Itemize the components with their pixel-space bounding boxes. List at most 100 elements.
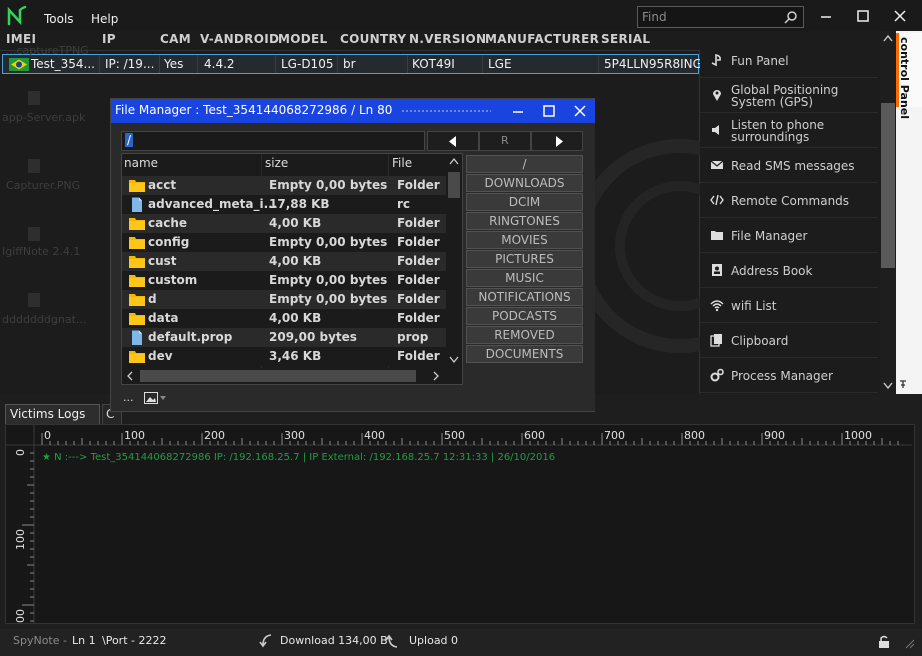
lock-icon[interactable] <box>878 635 890 649</box>
path-text: / <box>125 133 134 147</box>
col-manufacturer[interactable]: MANUFACTURER <box>485 32 599 46</box>
panel-item-file-manager[interactable]: File Manager <box>700 219 878 253</box>
ruler-top-label: 500 <box>444 429 465 442</box>
minimize-button[interactable] <box>511 104 525 118</box>
quick-folder-button[interactable]: DOWNLOADS <box>466 174 583 192</box>
panel-item-remote-commands[interactable]: Remote Commands <box>700 184 878 218</box>
image-icon[interactable] <box>144 392 158 404</box>
file-row[interactable]: acct Empty 0,00 bytes Folder <box>122 176 446 195</box>
file-manager-titlebar[interactable]: File Manager : Test_354144068272986 / Ln… <box>111 99 595 123</box>
scrollbar-thumb[interactable] <box>881 103 895 268</box>
titlebar-grip <box>401 109 491 113</box>
panel-item-listen[interactable]: Listen to phone surroundings <box>700 114 878 148</box>
file-row[interactable]: config Empty 0,00 bytes Folder <box>122 233 446 252</box>
status-download: Download 134,00 B <box>280 634 388 647</box>
pin-icon[interactable] <box>898 380 908 390</box>
status-app-name: SpyNote - <box>13 634 67 647</box>
cell-separator <box>275 55 276 73</box>
col-name[interactable]: name <box>124 156 158 170</box>
quick-folder-button[interactable]: DOCUMENTS <box>466 345 583 363</box>
triangle-left-icon <box>449 136 456 147</box>
file-row[interactable]: dev 3,46 KB Folder <box>122 347 446 366</box>
quick-folder-button[interactable]: REMOVED <box>466 326 583 344</box>
forward-button[interactable] <box>531 131 583 151</box>
dropdown-arrow-icon[interactable] <box>160 396 166 400</box>
col-country[interactable]: COUNTRY <box>340 32 406 46</box>
file-type: Folder <box>397 254 440 268</box>
cell-separator <box>407 55 408 73</box>
envelope-icon <box>710 160 724 169</box>
quick-folder-button[interactable]: DCIM <box>466 193 583 211</box>
col-size[interactable]: size <box>265 156 288 170</box>
victim-row[interactable]: Test_354... IP: /19... Yes 4.4.2 LG-D105… <box>2 54 710 74</box>
resize-grip-icon[interactable] <box>903 637 915 649</box>
file-row[interactable]: data 4,00 KB Folder <box>122 309 446 328</box>
file-row[interactable]: default.prop 209,00 bytes prop <box>122 328 446 347</box>
scroll-right-icon[interactable] <box>432 371 440 381</box>
file-size: Empty 0,00 bytes <box>269 273 388 287</box>
file-row[interactable]: cache 4,00 KB Folder <box>122 214 446 233</box>
control-panel-tab[interactable]: control Panel <box>896 31 922 394</box>
scroll-up-icon[interactable] <box>883 34 893 42</box>
contact-card-icon <box>712 264 722 276</box>
quick-folder-button[interactable]: MOVIES <box>466 231 583 249</box>
control-panel-scrollbar[interactable] <box>880 31 896 394</box>
desktop-ghost-label: IgiffNote 2.4.1 <box>2 245 81 258</box>
panel-item-address-book[interactable]: Address Book <box>700 254 878 288</box>
file-row[interactable]: custom Empty 0,00 bytes Folder <box>122 271 446 290</box>
search-input[interactable] <box>642 9 782 25</box>
panel-item-process-manager[interactable]: Process Manager <box>700 359 878 393</box>
quick-folder-button[interactable]: PODCASTS <box>466 307 583 325</box>
file-type: Folder <box>397 235 440 249</box>
refresh-button[interactable]: R <box>479 131 531 151</box>
panel-item-wifi-list[interactable]: wifi List <box>700 289 878 323</box>
file-size: 17,88 KB <box>269 197 330 211</box>
scroll-down-icon[interactable] <box>883 382 893 390</box>
panel-item-fun-panel[interactable]: Fun Panel <box>700 44 878 78</box>
path-field[interactable]: / <box>121 131 425 151</box>
panel-item-label: Address Book <box>731 264 813 278</box>
col-cam[interactable]: CAM <box>160 32 191 46</box>
col-ip[interactable]: IP <box>102 32 116 46</box>
file-list-vscroll[interactable] <box>446 154 462 368</box>
file-list-hscroll[interactable] <box>122 368 462 384</box>
close-button[interactable] <box>573 104 587 118</box>
col-serial[interactable]: SERIAL <box>601 32 650 46</box>
code-icon <box>710 194 724 206</box>
close-button[interactable] <box>888 6 912 26</box>
file-row[interactable]: d Empty 0,00 bytes Folder <box>122 290 446 309</box>
panel-item-gps[interactable]: Global Positioning System (GPS) <box>700 79 878 113</box>
tab-victims-logs[interactable]: Victims Logs <box>5 404 100 424</box>
minimize-button[interactable] <box>814 6 838 26</box>
search-icon[interactable] <box>784 10 798 24</box>
quick-folder-button[interactable]: NOTIFICATIONS <box>466 288 583 306</box>
panel-item-sms[interactable]: Read SMS messages <box>700 149 878 183</box>
search-box[interactable] <box>637 6 804 28</box>
scrollbar-thumb[interactable] <box>448 172 460 198</box>
quick-folder-button[interactable]: PICTURES <box>466 250 583 268</box>
file-row[interactable]: advanced_meta_i... 17,88 KB rc <box>122 195 446 214</box>
col-type[interactable]: File <box>392 156 412 170</box>
maximize-button[interactable] <box>851 6 875 26</box>
file-row[interactable]: cust 4,00 KB Folder <box>122 252 446 271</box>
panel-item-clipboard[interactable]: Clipboard <box>700 324 878 358</box>
col-nversion[interactable]: N.VERSION <box>409 32 486 46</box>
quick-folder-button[interactable]: MUSIC <box>466 269 583 287</box>
scrollbar-thumb[interactable] <box>140 370 416 382</box>
maximize-button[interactable] <box>542 104 556 118</box>
quick-folder-label: MOVIES <box>501 233 548 247</box>
more-button[interactable]: ... <box>123 391 134 404</box>
quick-folder-button[interactable]: RINGTONES <box>466 212 583 230</box>
back-button[interactable] <box>427 131 479 151</box>
scroll-left-icon[interactable] <box>126 371 134 381</box>
col-model[interactable]: MODEL <box>278 32 327 46</box>
quick-folder-button[interactable]: / <box>466 155 583 173</box>
menu-help[interactable]: Help <box>91 12 118 26</box>
col-android[interactable]: V-ANDROID <box>200 32 279 46</box>
speaker-icon <box>712 125 719 135</box>
ruler-top-label: 200 <box>204 429 225 442</box>
quick-folder-label: PODCASTS <box>491 309 558 323</box>
scroll-up-icon[interactable] <box>449 157 459 165</box>
scroll-down-icon[interactable] <box>449 356 459 364</box>
menu-tools[interactable]: Tools <box>44 12 74 26</box>
